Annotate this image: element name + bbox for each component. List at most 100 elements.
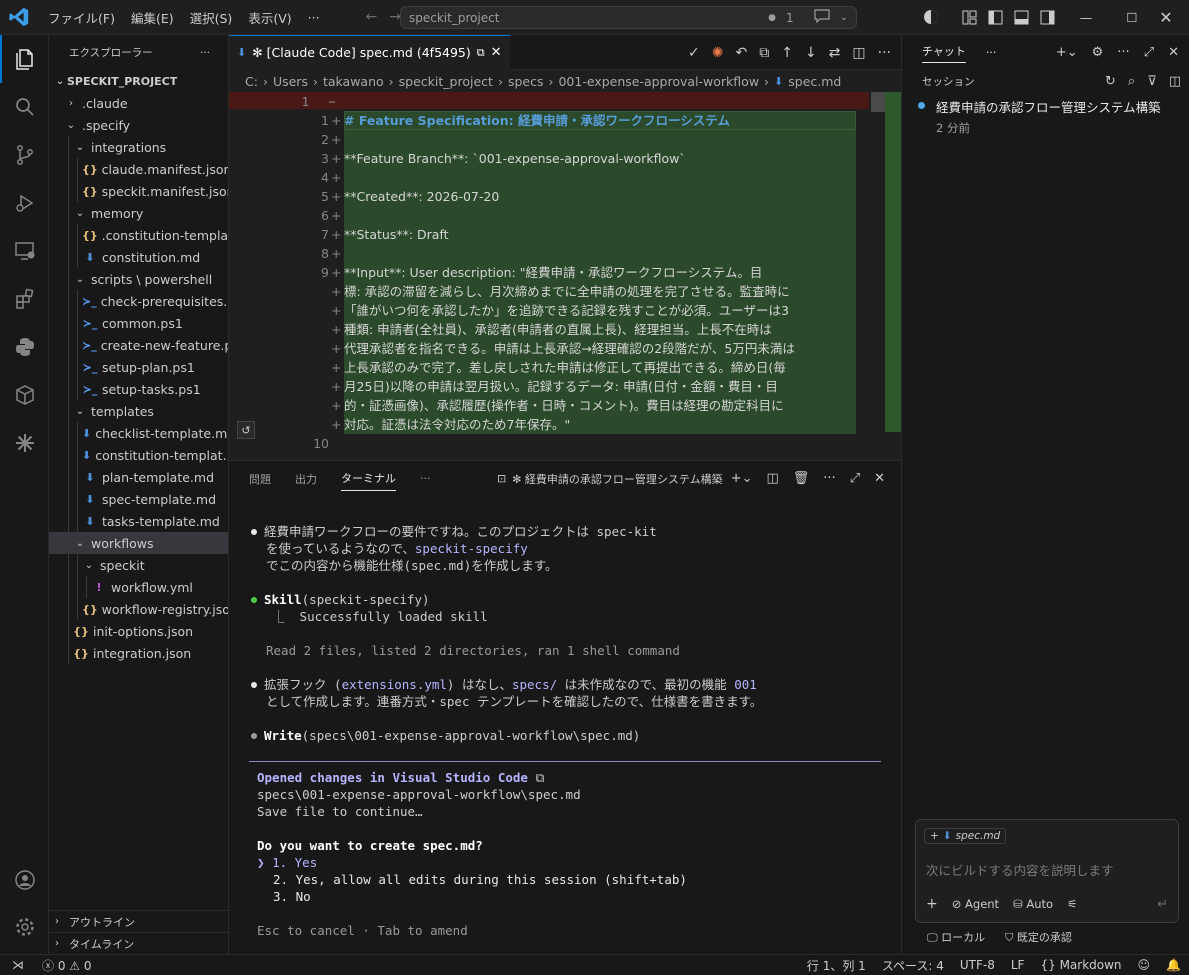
diff-editor[interactable]: 1 − 1 + # Feature Specification: 経費申請・承認ワー… bbox=[229, 92, 901, 460]
breadcrumb-item[interactable]: takawano bbox=[323, 74, 384, 89]
menu-file[interactable]: ファイル(F) bbox=[40, 8, 123, 27]
chat-title[interactable]: チャット bbox=[922, 43, 966, 63]
swap-icon[interactable]: ⇄ bbox=[829, 45, 841, 61]
end-of-line[interactable]: LF bbox=[1003, 958, 1033, 972]
tree-item[interactable]: ⬇ tasks-template.md bbox=[49, 510, 228, 532]
refresh-icon[interactable]: ↻ bbox=[1105, 74, 1116, 89]
chat-more-icon[interactable]: ··· bbox=[986, 46, 997, 59]
tree-item[interactable]: ⬇ checklist-template.md bbox=[49, 422, 228, 444]
chat-bubble-icon[interactable] bbox=[814, 9, 830, 26]
tree-item[interactable]: ⌄ speckit bbox=[49, 554, 228, 576]
notifications-icon[interactable]: 🔔 bbox=[1158, 958, 1189, 972]
tree-item[interactable]: ⌄ memory bbox=[49, 202, 228, 224]
revert-block-icon[interactable]: ↺ bbox=[237, 421, 255, 439]
project-root[interactable]: ⌄ SPECKIT_PROJECT bbox=[49, 70, 228, 92]
tree-item[interactable]: ≻_ setup-tasks.ps1 bbox=[49, 378, 228, 400]
toggle-secondary-sidebar-icon[interactable] bbox=[1040, 10, 1055, 28]
toggle-sidebar-icon[interactable] bbox=[988, 10, 1003, 28]
breadcrumb-item[interactable]: Users bbox=[273, 74, 308, 89]
open-changes-icon[interactable]: ⧉ bbox=[759, 45, 769, 61]
explorer-more-icon[interactable]: ··· bbox=[200, 47, 210, 59]
chat-input-placeholder[interactable]: 次にビルドする内容を説明します bbox=[926, 860, 1114, 879]
add-context-icon[interactable]: + bbox=[930, 830, 939, 842]
extensions-icon[interactable] bbox=[0, 275, 49, 323]
chat-settings-icon[interactable]: ⚙ bbox=[1092, 45, 1104, 60]
add-icon[interactable]: + bbox=[926, 896, 938, 912]
chat-more-actions-icon[interactable]: ··· bbox=[1117, 45, 1129, 60]
copilot-icon[interactable] bbox=[923, 9, 939, 28]
breadcrumb-item[interactable]: specs bbox=[508, 74, 544, 89]
chat-input-box[interactable]: + ⬇ spec.md 次にビルドする内容を説明します + ⊘ Agent ⛁ … bbox=[915, 819, 1179, 923]
close-chat-icon[interactable]: ✕ bbox=[1168, 45, 1179, 60]
tree-item[interactable]: › .claude bbox=[49, 92, 228, 114]
back-arrow-icon[interactable]: ← bbox=[366, 9, 378, 25]
tree-item[interactable]: ≻_create-new-feature.ps1 bbox=[49, 334, 228, 356]
attachment-chip[interactable]: + ⬇ spec.md bbox=[924, 828, 1007, 844]
minimize-icon[interactable]: — bbox=[1063, 0, 1109, 35]
python-icon[interactable] bbox=[0, 323, 49, 371]
more-actions-icon[interactable]: ··· bbox=[878, 45, 891, 61]
accept-check-icon[interactable]: ✓ bbox=[688, 45, 700, 61]
tree-item[interactable]: {} claude.manifest.json bbox=[49, 158, 228, 180]
toggle-panel-icon[interactable] bbox=[1014, 10, 1029, 28]
search-icon[interactable] bbox=[0, 83, 49, 131]
maximize-panel-icon[interactable]: ⤢ bbox=[850, 471, 860, 486]
tab-terminal[interactable]: ターミナル bbox=[341, 470, 396, 491]
tree-item[interactable]: ⬇ constitution.md bbox=[49, 246, 228, 268]
account-icon[interactable] bbox=[0, 856, 49, 904]
close-tab-icon[interactable]: ✕ bbox=[491, 45, 502, 60]
remote-icon[interactable]: ⋊ bbox=[0, 958, 34, 972]
panel-more-icon[interactable]: ··· bbox=[420, 472, 431, 485]
encoding[interactable]: UTF-8 bbox=[952, 958, 1003, 972]
breadcrumb-item[interactable]: speckit_project bbox=[399, 74, 493, 89]
tree-item[interactable]: {} speckit.manifest.json bbox=[49, 180, 228, 202]
tree-item[interactable]: ≻_ setup-plan.ps1 bbox=[49, 356, 228, 378]
claude-icon[interactable] bbox=[0, 419, 49, 467]
send-icon[interactable]: ↵ bbox=[1157, 897, 1168, 912]
filter-icon[interactable]: ⊽ bbox=[1147, 74, 1157, 89]
sessions-layout-icon[interactable]: ◫ bbox=[1169, 74, 1181, 89]
settings-gear-icon[interactable] bbox=[0, 903, 49, 951]
tree-item[interactable]: ⬇ constitution-templat... bbox=[49, 444, 228, 466]
open-file-icon[interactable]: ⧉ bbox=[477, 46, 485, 60]
tab-output[interactable]: 出力 bbox=[295, 471, 317, 487]
indentation[interactable]: スペース: 4 bbox=[874, 957, 952, 974]
approval-setting[interactable]: ⛉ 既定の承認 bbox=[1005, 929, 1072, 945]
option-yes-all[interactable]: 2. Yes, allow all edits during this sess… bbox=[273, 872, 687, 887]
tree-item[interactable]: ⌄ templates bbox=[49, 400, 228, 422]
outline-section[interactable]: › アウトライン bbox=[49, 910, 228, 932]
explorer-icon[interactable] bbox=[0, 35, 49, 83]
option-yes[interactable]: 1. Yes bbox=[272, 855, 317, 870]
tree-item[interactable]: ⌄ .specify bbox=[49, 114, 228, 136]
tab-spec-md[interactable]: ⬇ ✻ [Claude Code] spec.md (4f5495) ⧉ ✕ bbox=[229, 34, 510, 70]
tree-item[interactable]: ! workflow.yml bbox=[49, 576, 228, 598]
model-picker[interactable]: ⛁ Auto bbox=[1013, 897, 1053, 911]
kill-terminal-icon[interactable]: 🗑 bbox=[793, 471, 810, 486]
tree-item[interactable]: ⌄ integrations bbox=[49, 136, 228, 158]
option-no[interactable]: 3. No bbox=[273, 889, 311, 904]
new-chat-icon[interactable]: +⌄ bbox=[1056, 45, 1078, 60]
tools-icon[interactable]: ⚟ bbox=[1067, 897, 1077, 911]
next-change-icon[interactable]: ↓ bbox=[805, 45, 817, 61]
panel-more-actions-icon[interactable]: ··· bbox=[823, 471, 835, 486]
run-debug-icon[interactable] bbox=[0, 179, 49, 227]
command-center[interactable]: speckit_project ● 1 ⌄ bbox=[400, 6, 857, 29]
menu-selection[interactable]: 選択(S) bbox=[182, 8, 241, 27]
open-link-icon[interactable]: ⧉ bbox=[528, 770, 544, 785]
close-panel-icon[interactable]: ✕ bbox=[874, 471, 885, 486]
problems-status[interactable]: ⓧ 0 ⚠ 0 bbox=[34, 957, 100, 974]
tree-item[interactable]: {} workflow-registry.json bbox=[49, 598, 228, 620]
tree-item[interactable]: ≻_check-prerequisites.p... bbox=[49, 290, 228, 312]
source-control-icon[interactable] bbox=[0, 131, 49, 179]
terminal-instance[interactable]: ⊡ ✻ 経費申請の承認フロー管理システム構築 bbox=[497, 471, 723, 487]
tree-item[interactable]: ⬇ plan-template.md bbox=[49, 466, 228, 488]
new-terminal-icon[interactable]: +⌄ bbox=[731, 471, 753, 486]
cursor-position[interactable]: 行 1、列 1 bbox=[799, 957, 874, 974]
tree-item[interactable]: {}.constitution-templat... bbox=[49, 224, 228, 246]
tree-item[interactable]: ⌄ workflows bbox=[49, 532, 228, 554]
split-editor-icon[interactable]: ◫ bbox=[852, 45, 865, 61]
remote-explorer-icon[interactable] bbox=[0, 227, 49, 275]
tab-problems[interactable]: 問題 bbox=[249, 471, 271, 487]
breadcrumb-item[interactable]: C: bbox=[245, 74, 258, 89]
breadcrumb-item[interactable]: spec.md bbox=[788, 74, 841, 89]
